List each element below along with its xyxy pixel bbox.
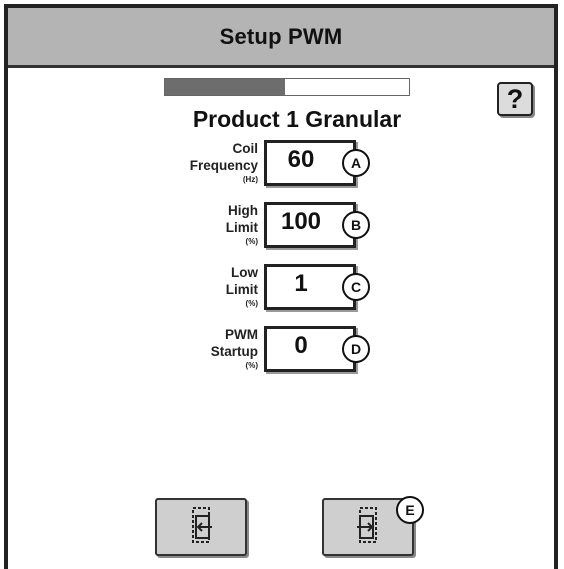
pwm-startup-row: PWM Startup (%) 0 D (128, 326, 388, 386)
pwm-startup-unit: (%) (245, 361, 258, 370)
coil-frequency-unit: (Hz) (242, 175, 258, 184)
back-page-icon (181, 505, 221, 550)
help-icon: ? (506, 83, 524, 114)
back-button[interactable] (155, 498, 247, 556)
title-bar: Setup PWM (8, 8, 554, 68)
high-limit-row: High Limit (%) 100 B (128, 202, 388, 262)
low-limit-value: 1 (294, 270, 308, 297)
pwm-startup-value: 0 (294, 332, 308, 359)
callout-e: E (396, 496, 424, 524)
callout-d: D (342, 335, 370, 363)
help-button[interactable]: ? (497, 82, 533, 116)
callout-b: B (342, 211, 370, 239)
next-page-icon (348, 505, 388, 550)
low-limit-label: Low Limit (%) (128, 264, 258, 309)
low-limit-row: Low Limit (%) 1 C (128, 264, 388, 324)
pwm-startup-label: PWM Startup (%) (128, 326, 258, 371)
setup-pwm-screen: Setup PWM ? Product 1 Granular Coil Freq… (4, 4, 558, 569)
callout-c: C (342, 273, 370, 301)
callout-a: A (342, 149, 370, 177)
high-limit-unit: (%) (245, 237, 258, 246)
window-title: Setup PWM (219, 23, 343, 49)
coil-frequency-value: 60 (287, 146, 315, 173)
coil-frequency-label: Coil Frequency (Hz) (128, 140, 258, 185)
product-title: Product 1 Granular (192, 106, 402, 132)
low-limit-unit: (%) (245, 299, 258, 308)
progress-bar (164, 78, 410, 96)
progress-bar-fill (165, 79, 285, 95)
coil-frequency-row: Coil Frequency (Hz) 60 A (128, 140, 388, 200)
high-limit-value: 100 (280, 208, 322, 235)
high-limit-label: High Limit (%) (128, 202, 258, 247)
